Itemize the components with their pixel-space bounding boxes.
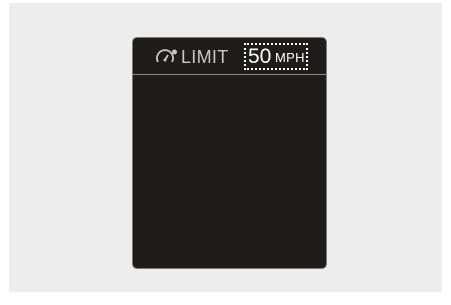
limit-label: LIMIT: [181, 47, 229, 67]
speed-limit-unit: MPH: [275, 50, 305, 65]
panel-header: LIMIT 50 MPH: [133, 38, 326, 74]
display-body: [133, 75, 326, 268]
speed-limit-gauge-icon: [155, 48, 179, 66]
speed-limit-value-box[interactable]: 50 MPH: [244, 43, 308, 70]
speed-limit-value: 50: [248, 45, 272, 68]
speed-limit-display-panel: LIMIT 50 MPH: [132, 37, 327, 269]
